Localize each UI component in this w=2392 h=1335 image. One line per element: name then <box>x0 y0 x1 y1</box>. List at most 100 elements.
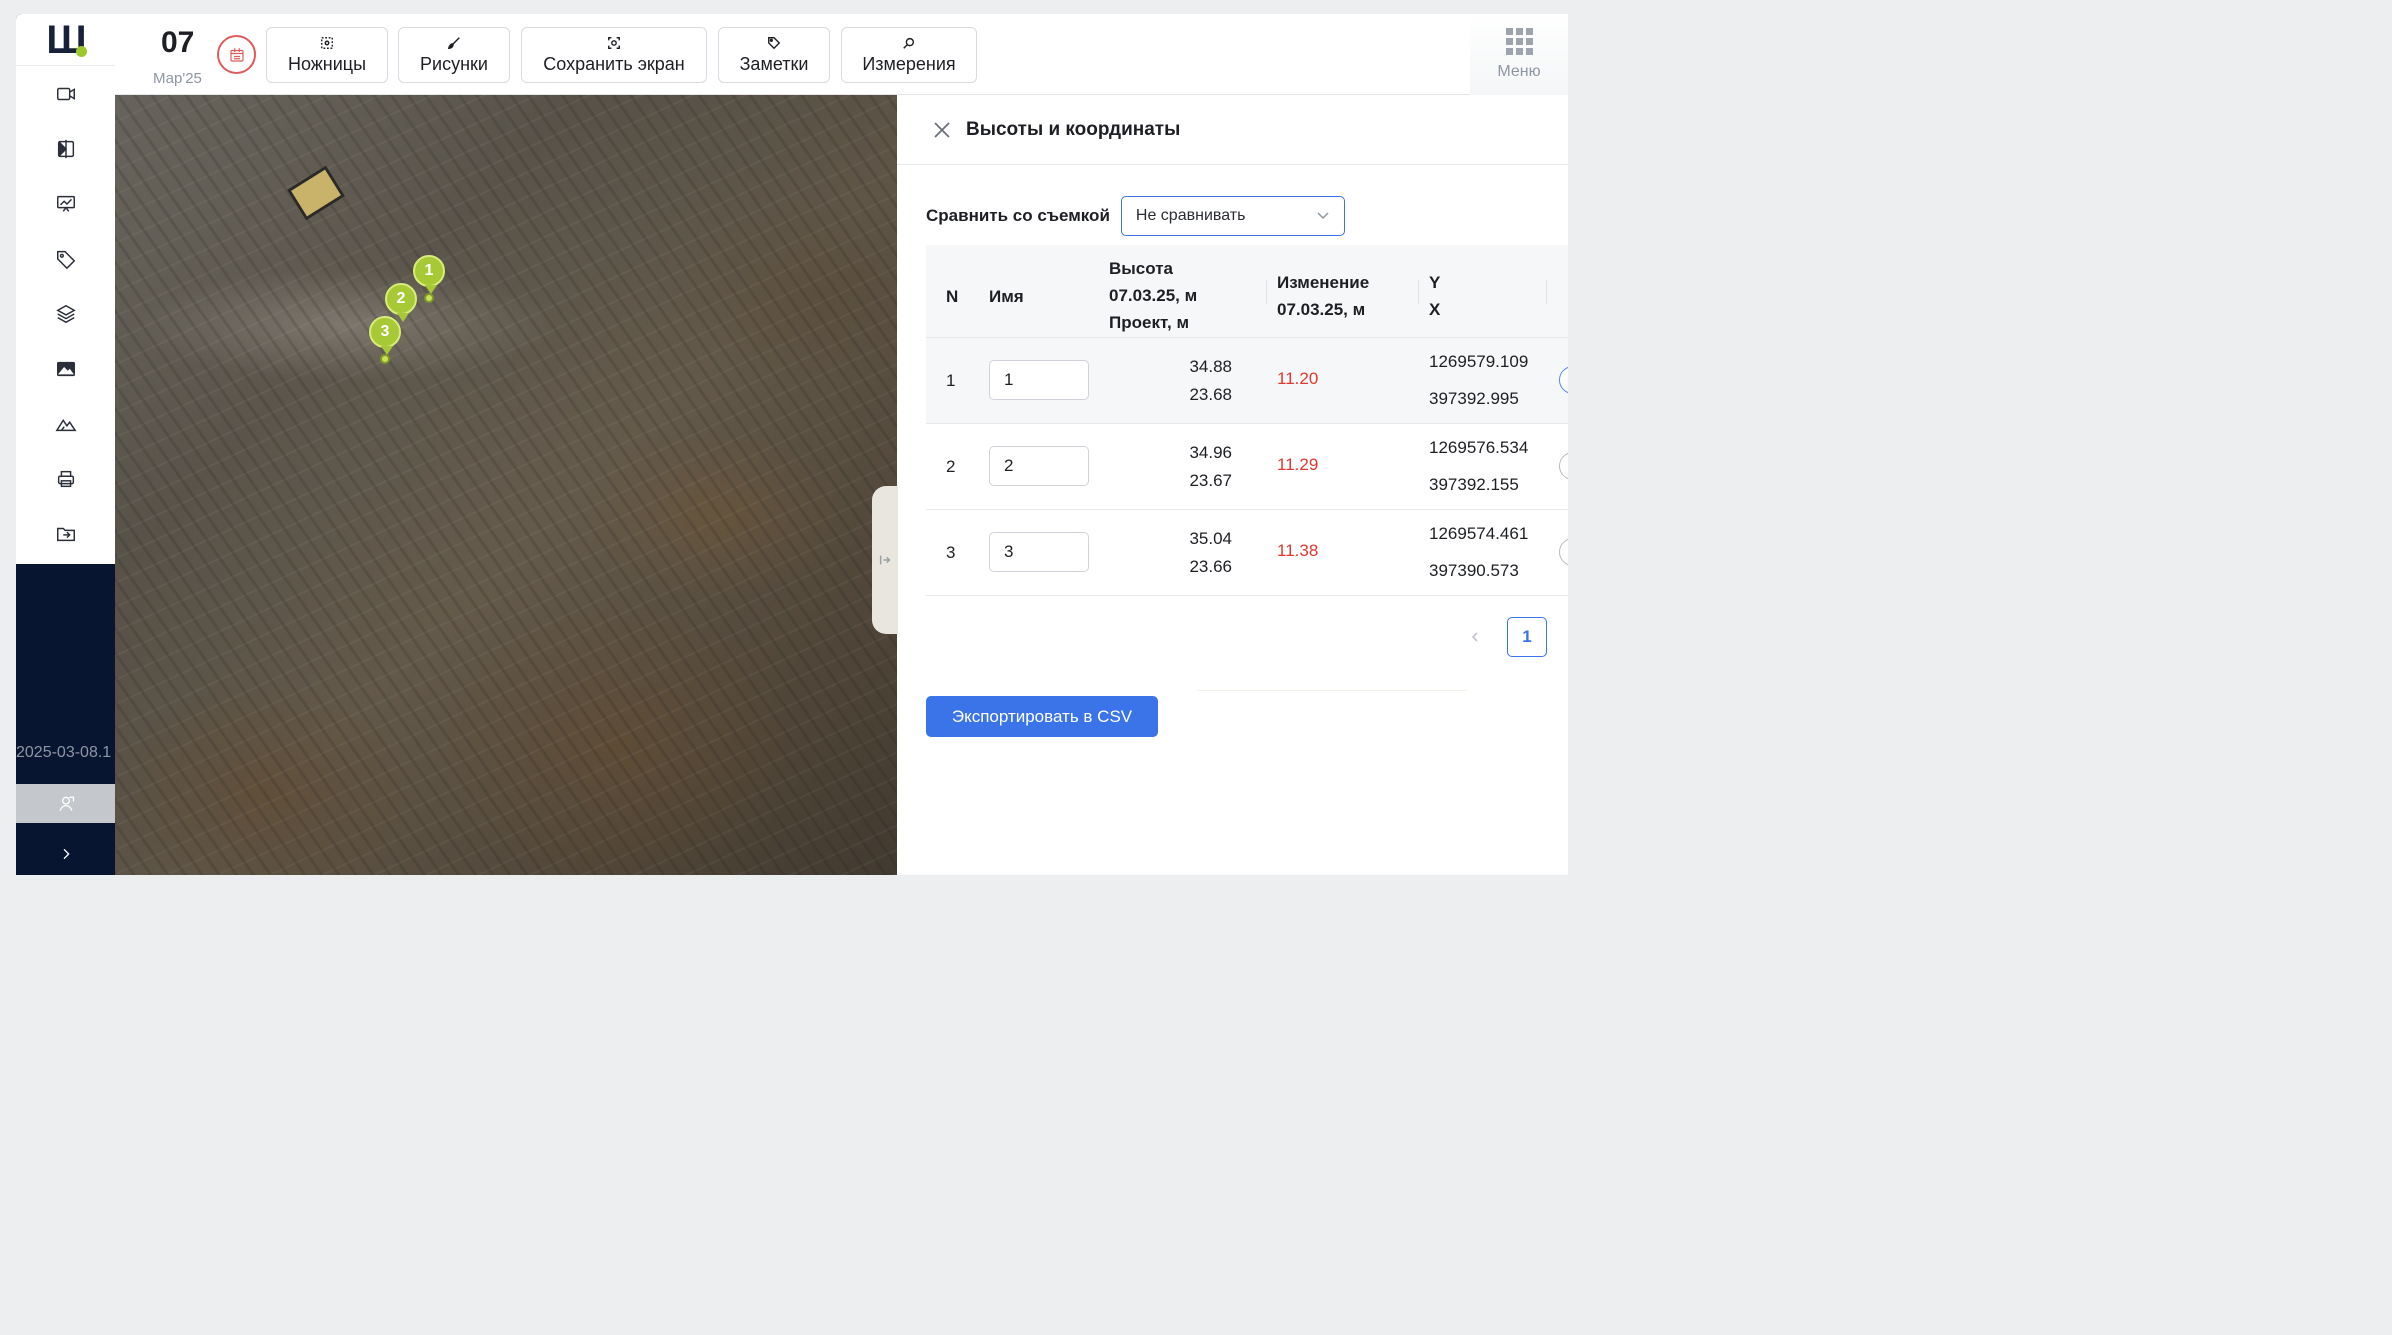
panel-title: Высоты и координаты <box>966 118 1181 140</box>
marker-point <box>424 293 434 303</box>
screenshot-icon <box>608 36 620 49</box>
col-change-line1: Изменение <box>1277 273 1370 292</box>
row-coordinates: 1269574.461 397390.573 <box>1429 515 1528 589</box>
marker-pin: 2 <box>385 283 417 322</box>
point-name-input[interactable]: 2 <box>989 446 1089 486</box>
tag-icon <box>768 36 781 49</box>
col-divider <box>1266 280 1267 304</box>
image-icon <box>56 361 75 376</box>
project-value: 23.66 <box>1189 557 1232 576</box>
measure-icon <box>903 37 915 49</box>
row-coordinates: 1269579.109 397392.995 <box>1429 343 1528 417</box>
row-number: 2 <box>946 457 956 476</box>
col-n: N <box>946 287 959 306</box>
table-header: N Имя Высота 07.03.25, м Проект, м Измен… <box>926 245 1568 338</box>
close-panel-button[interactable] <box>931 119 953 141</box>
close-icon <box>934 121 950 138</box>
marker-point <box>380 354 390 364</box>
current-month-year[interactable]: Мар'25 <box>153 70 202 87</box>
survey-date-label: 2025-03-08.1 <box>16 744 112 761</box>
compare-select-value: Не сравнивать <box>1135 207 1246 224</box>
logo[interactable]: Ш <box>16 14 115 66</box>
orthophoto-map[interactable]: 1 2 3 <box>115 95 897 875</box>
main-menu-button[interactable]: Меню <box>1470 14 1568 95</box>
sidebar: Ш 2025-03-08.1 <box>16 14 115 875</box>
height-value: 35.04 <box>1189 529 1232 548</box>
sidebar-expand-button[interactable] <box>16 834 115 874</box>
calendar-button[interactable] <box>217 35 256 74</box>
table-row[interactable]: 2 2 34.96 23.67 11.29 1269576.534 397392… <box>926 424 1568 510</box>
arrow-collapse-icon <box>879 555 891 565</box>
change-value: 11.29 <box>1277 455 1319 474</box>
y-coordinate: 1269576.534 <box>1429 438 1529 457</box>
col-height: Высота 07.03.25, м Проект, м <box>1109 255 1197 336</box>
scissors-tool-label: Ножницы <box>287 53 367 74</box>
sidebar-image-button[interactable] <box>16 341 115 396</box>
col-name: Имя <box>989 287 1024 306</box>
sidebar-terrain-button[interactable] <box>16 396 115 451</box>
current-day[interactable]: 07 <box>161 26 194 60</box>
sidebar-layers-button[interactable] <box>16 286 115 341</box>
brush-icon <box>447 36 460 49</box>
sidebar-compare-button[interactable] <box>16 121 115 176</box>
table-row[interactable]: 1 1 34.88 23.68 11.20 1269579.109 397392… <box>926 338 1568 424</box>
row-options-button[interactable] <box>1559 366 1568 394</box>
chevron-right-icon <box>63 848 70 860</box>
notes-tool-label: Заметки <box>739 53 809 74</box>
chevron-down-icon <box>1317 212 1329 220</box>
row-height: 34.88 23.68 <box>1136 353 1232 409</box>
col-divider <box>1546 280 1547 304</box>
change-value: 11.20 <box>1277 369 1319 388</box>
compare-label: Сравнить со съемкой <box>926 206 1110 225</box>
main-menu-label: Меню <box>1497 63 1541 80</box>
sidebar-import-button[interactable] <box>16 506 115 561</box>
sidebar-tools <box>16 66 115 564</box>
topbar: 07 Мар'25 Ножницы Рисунки Сохранить экра… <box>115 14 1568 95</box>
table-row[interactable]: 3 3 35.04 23.66 11.38 1269574.461 397390… <box>926 510 1568 596</box>
scissors-icon <box>321 36 333 49</box>
support-chat-button[interactable] <box>16 784 115 823</box>
notes-tool-button[interactable]: Заметки <box>718 27 830 83</box>
project-value: 23.67 <box>1189 471 1232 490</box>
point-name-input[interactable]: 1 <box>989 360 1089 400</box>
layers-icon <box>55 304 76 323</box>
sidebar-print-button[interactable] <box>16 451 115 506</box>
chevron-left-icon <box>1471 632 1478 642</box>
point-name-input[interactable]: 3 <box>989 532 1089 572</box>
drawings-tool-button[interactable]: Рисунки <box>398 27 510 83</box>
col-y: Y <box>1429 273 1441 292</box>
col-height-line1: Высота <box>1109 259 1173 278</box>
calendar-icon <box>229 47 244 62</box>
grid-menu-icon <box>1505 28 1533 55</box>
sidebar-notes-button[interactable] <box>16 231 115 286</box>
pagination-prev-button[interactable] <box>1464 626 1486 648</box>
row-height: 34.96 23.67 <box>1136 439 1232 495</box>
heights-coordinates-panel: Высоты и координаты Сравнить со съемкой … <box>897 95 1568 875</box>
row-options-button[interactable] <box>1559 452 1568 480</box>
map-marker-1[interactable]: 1 <box>413 255 445 303</box>
height-value: 34.88 <box>1189 357 1232 376</box>
pagination-page-button[interactable]: 1 <box>1507 617 1547 657</box>
terrain-icon <box>54 418 77 431</box>
save-screen-tool-button[interactable]: Сохранить экран <box>521 27 707 83</box>
export-csv-button[interactable]: Экспортировать в CSV <box>926 696 1158 737</box>
panel-header: Высоты и координаты <box>897 95 1568 165</box>
panel-collapse-handle[interactable] <box>872 486 898 634</box>
scissors-tool-button[interactable]: Ножницы <box>266 27 388 83</box>
measurements-tool-button[interactable]: Измерения <box>841 27 977 83</box>
x-coordinate: 397392.155 <box>1429 475 1519 494</box>
x-coordinate: 397390.573 <box>1429 561 1519 580</box>
row-number: 1 <box>946 371 956 390</box>
project-value: 23.68 <box>1189 385 1232 404</box>
row-options-button[interactable] <box>1559 538 1568 566</box>
sidebar-presentation-button[interactable] <box>16 176 115 231</box>
sidebar-video-button[interactable] <box>16 66 115 121</box>
compare-survey-select[interactable]: Не сравнивать <box>1120 196 1345 236</box>
map-marker-2[interactable]: 2 <box>385 283 417 322</box>
map-marker-3[interactable]: 3 <box>369 316 401 364</box>
col-change: Изменение 07.03.25, м <box>1277 269 1369 323</box>
presentation-icon <box>56 195 75 212</box>
height-value: 34.96 <box>1189 443 1232 462</box>
logo-dot <box>76 46 87 57</box>
x-coordinate: 397392.995 <box>1429 389 1519 408</box>
